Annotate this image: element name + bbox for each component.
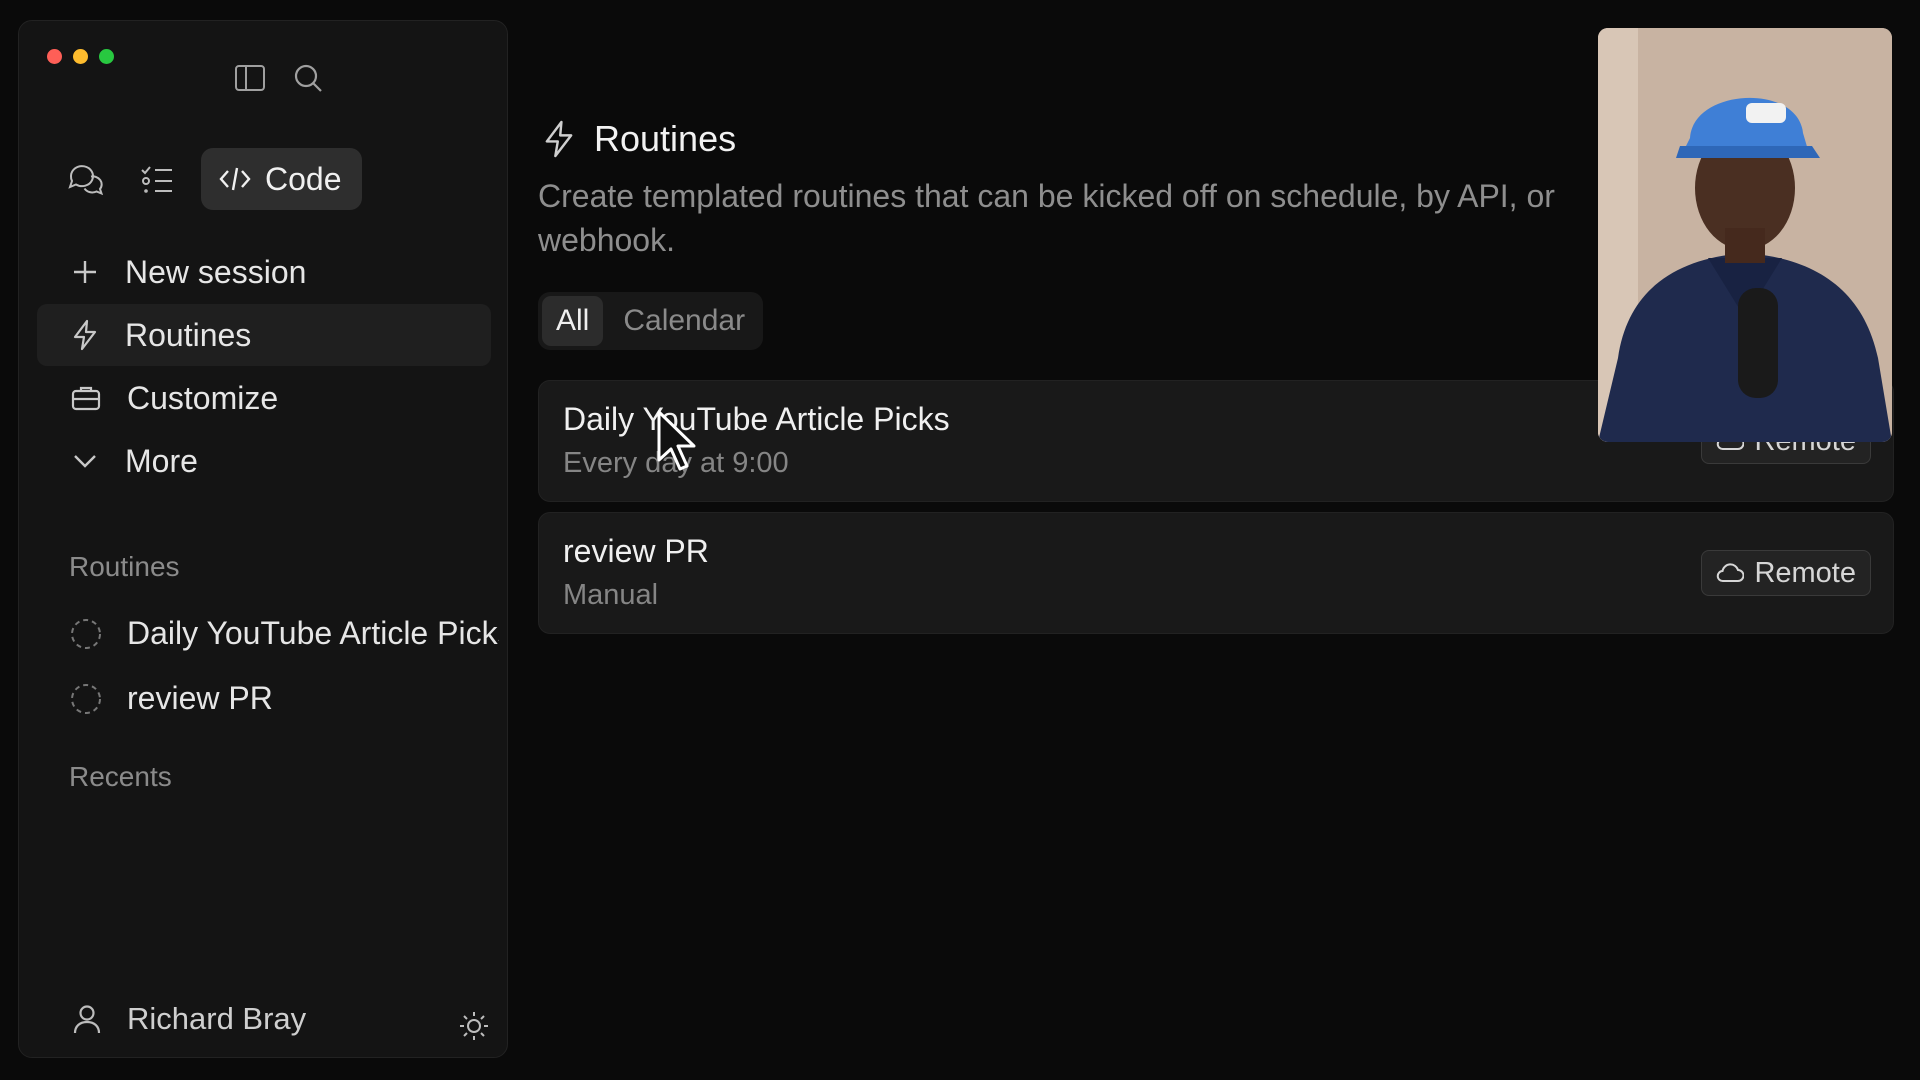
lightning-icon bbox=[73, 319, 97, 351]
sidebar-routine-label: review PR bbox=[127, 680, 273, 716]
sidebar-routine-item[interactable]: review PR bbox=[69, 666, 499, 731]
sidebar-item-more[interactable]: More bbox=[37, 430, 491, 492]
routine-status-icon bbox=[71, 683, 101, 714]
briefcase-icon bbox=[71, 386, 101, 411]
code-mode-label: Code bbox=[265, 160, 342, 197]
close-window-button[interactable] bbox=[47, 49, 62, 64]
chevron-down-icon bbox=[74, 455, 96, 468]
sidebar-item-label: Routines bbox=[125, 316, 252, 353]
presenter-video bbox=[1598, 28, 1892, 442]
tasks-mode-icon[interactable] bbox=[129, 148, 185, 210]
mode-switcher: Code bbox=[57, 148, 362, 210]
tab-all[interactable]: All bbox=[542, 296, 604, 346]
search-icon[interactable] bbox=[291, 61, 325, 95]
window-controls bbox=[47, 49, 114, 64]
recents-section-heading: Recents bbox=[69, 761, 172, 792]
sidebar-routine-item[interactable]: Daily YouTube Article Picks bbox=[69, 601, 499, 666]
page-title-text: Routines bbox=[594, 118, 737, 159]
routine-name: review PR bbox=[563, 533, 709, 569]
routine-card[interactable]: review PR Manual Remote bbox=[538, 512, 1894, 634]
page-title: Routines bbox=[542, 118, 736, 160]
routine-list: Daily YouTube Article Picks review PR bbox=[69, 601, 499, 731]
code-mode-button[interactable]: Code bbox=[201, 148, 362, 210]
sidebar: Code New session Routines Customize More… bbox=[18, 20, 508, 1058]
tab-calendar[interactable]: Calendar bbox=[609, 296, 759, 346]
routine-status-icon bbox=[71, 618, 101, 649]
theme-toggle-icon[interactable] bbox=[459, 1011, 489, 1046]
webcam-overlay bbox=[1598, 28, 1892, 442]
maximize-window-button[interactable] bbox=[99, 49, 114, 64]
user-icon bbox=[73, 1005, 101, 1034]
user-name: Richard Bray bbox=[127, 1001, 307, 1036]
cloud-icon bbox=[1717, 563, 1745, 582]
code-icon bbox=[219, 167, 251, 191]
user-profile[interactable]: Richard Bray bbox=[73, 1001, 306, 1037]
sidebar-item-customize[interactable]: Customize bbox=[37, 367, 491, 429]
sidebar-routine-label: Daily YouTube Article Picks bbox=[127, 615, 499, 651]
chat-mode-icon[interactable] bbox=[57, 148, 113, 210]
lightning-icon bbox=[545, 120, 573, 158]
toggle-sidebar-icon[interactable] bbox=[233, 61, 267, 95]
sidebar-item-label: More bbox=[125, 442, 198, 479]
sidebar-nav: New session Routines Customize More bbox=[37, 241, 491, 493]
minimize-window-button[interactable] bbox=[73, 49, 88, 64]
sidebar-item-label: Customize bbox=[127, 379, 279, 416]
mouse-cursor bbox=[656, 410, 696, 477]
remote-badge[interactable]: Remote bbox=[1701, 550, 1871, 596]
page-description: Create templated routines that can be ki… bbox=[538, 178, 1555, 258]
remote-badge-label: Remote bbox=[1754, 556, 1856, 589]
plus-icon bbox=[74, 261, 96, 283]
routines-section-heading: Routines bbox=[69, 551, 180, 582]
routine-name: Daily YouTube Article Picks bbox=[563, 401, 950, 437]
sidebar-item-label: New session bbox=[125, 253, 307, 290]
routine-schedule: Manual bbox=[563, 579, 659, 611]
sidebar-item-new-session[interactable]: New session bbox=[37, 241, 491, 303]
sidebar-item-routines[interactable]: Routines bbox=[37, 304, 491, 366]
view-tabs: All Calendar bbox=[538, 292, 764, 350]
